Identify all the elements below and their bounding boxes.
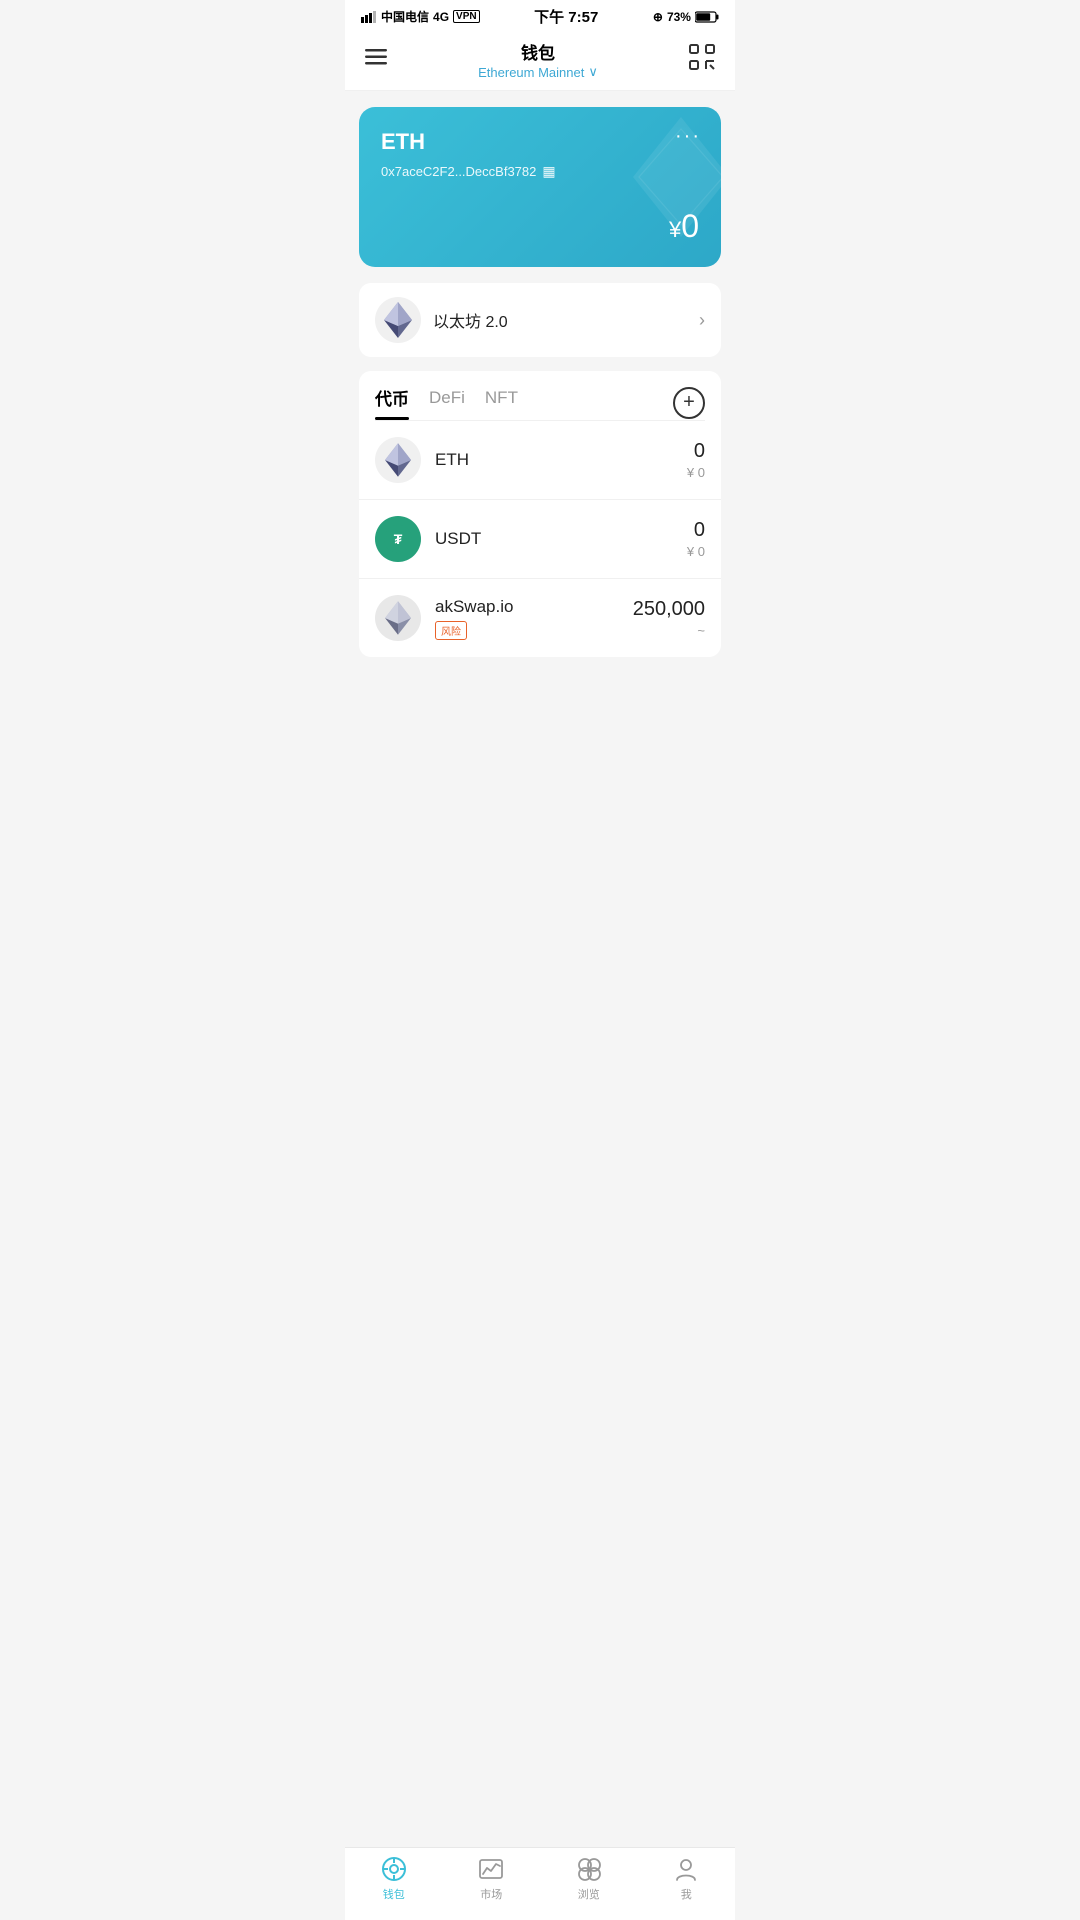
usdt-token-balance: 0 ¥ 0 [687,519,705,559]
token-list: ETH 0 ¥ 0 ₮ USDT 0 ¥ 0 [359,421,721,657]
bottom-tab-wallet[interactable]: 钱包 [345,1856,443,1902]
page-title: 钱包 [387,39,689,64]
status-left: 中国电信 4G VPN [361,8,480,25]
scan-button[interactable] [689,44,715,76]
usdt-token-amount: 0 [687,519,705,542]
bottom-tab-profile[interactable]: 我 [638,1856,736,1902]
eth-network-icon [375,297,421,343]
status-time: 下午 7:57 [534,6,598,27]
wallet-tab-label: 钱包 [383,1886,405,1902]
network-label: 4G [433,10,449,24]
nav-title: 钱包 Ethereum Mainnet ∨ [387,39,689,80]
status-bar: 中国电信 4G VPN 下午 7:57 ⊕ 73% [345,0,735,31]
eth-token-balance: 0 ¥ 0 [687,440,705,480]
status-right: ⊕ 73% [653,10,719,24]
ak-token-icon [375,595,421,641]
vpn-label: VPN [453,10,480,23]
eth-token-name: ETH [435,450,673,470]
bottom-tab-bar: 钱包 市场 浏览 我 [345,1847,735,1920]
bottom-tab-market[interactable]: 市场 [443,1856,541,1902]
ak-token-fiat: ~ [633,623,705,638]
wallet-card: ETH 0x7aceC2F2...DeccBf3782 ▦ ··· ¥0 [359,107,721,267]
battery-icon [695,11,719,23]
browse-tab-icon [576,1856,602,1882]
eth-token-icon [375,437,421,483]
signal-icon [361,11,377,23]
market-tab-label: 市场 [480,1886,502,1902]
usdt-token-fiat: ¥ 0 [687,544,705,559]
network-name-label: 以太坊 2.0 [433,308,508,332]
ak-token-info: akSwap.io 风险 [435,597,619,640]
token-item-akswap[interactable]: akSwap.io 风险 250,000 ~ [359,579,721,657]
network-chevron-icon: › [699,310,705,331]
ak-token-name: akSwap.io [435,597,619,617]
wallet-tab-icon [381,1856,407,1882]
bottom-tab-browse[interactable]: 浏览 [540,1856,638,1902]
profile-tab-label: 我 [681,1886,692,1902]
browse-tab-label: 浏览 [578,1886,600,1902]
chevron-down-icon: ∨ [588,64,598,80]
network-section[interactable]: 以太坊 2.0 › [359,283,721,357]
tabs-section: 代币 DeFi NFT + [359,371,721,421]
wallet-balance: ¥0 [669,208,699,245]
svg-text:₮: ₮ [394,531,403,547]
tab-nft[interactable]: NFT [485,388,518,418]
usdt-token-info: USDT [435,529,673,549]
token-item-usdt[interactable]: ₮ USDT 0 ¥ 0 [359,500,721,579]
eth-token-amount: 0 [687,440,705,463]
location-icon: ⊕ [653,10,663,24]
qr-icon[interactable]: ▦ [542,163,555,180]
usdt-token-name: USDT [435,529,673,549]
profile-tab-icon [673,1856,699,1882]
market-tab-icon [478,1856,504,1882]
wallet-menu-button[interactable]: ··· [675,125,701,148]
risk-badge: 风险 [435,621,467,640]
add-token-button[interactable]: + [673,387,705,419]
tab-tokens[interactable]: 代币 [375,385,409,420]
eth-token-info: ETH [435,450,673,470]
nav-bar: 钱包 Ethereum Mainnet ∨ [345,31,735,91]
menu-button[interactable] [365,48,387,71]
tabs-header: 代币 DeFi NFT + [375,371,705,420]
token-item-eth[interactable]: ETH 0 ¥ 0 [359,421,721,500]
usdt-token-icon: ₮ [375,516,421,562]
ak-token-balance: 250,000 ~ [633,598,705,638]
eth-token-fiat: ¥ 0 [687,465,705,480]
carrier-label: 中国电信 [381,8,429,25]
tab-defi[interactable]: DeFi [429,388,465,418]
network-selector[interactable]: Ethereum Mainnet ∨ [387,64,689,80]
battery-label: 73% [667,10,691,24]
ak-token-amount: 250,000 [633,598,705,621]
